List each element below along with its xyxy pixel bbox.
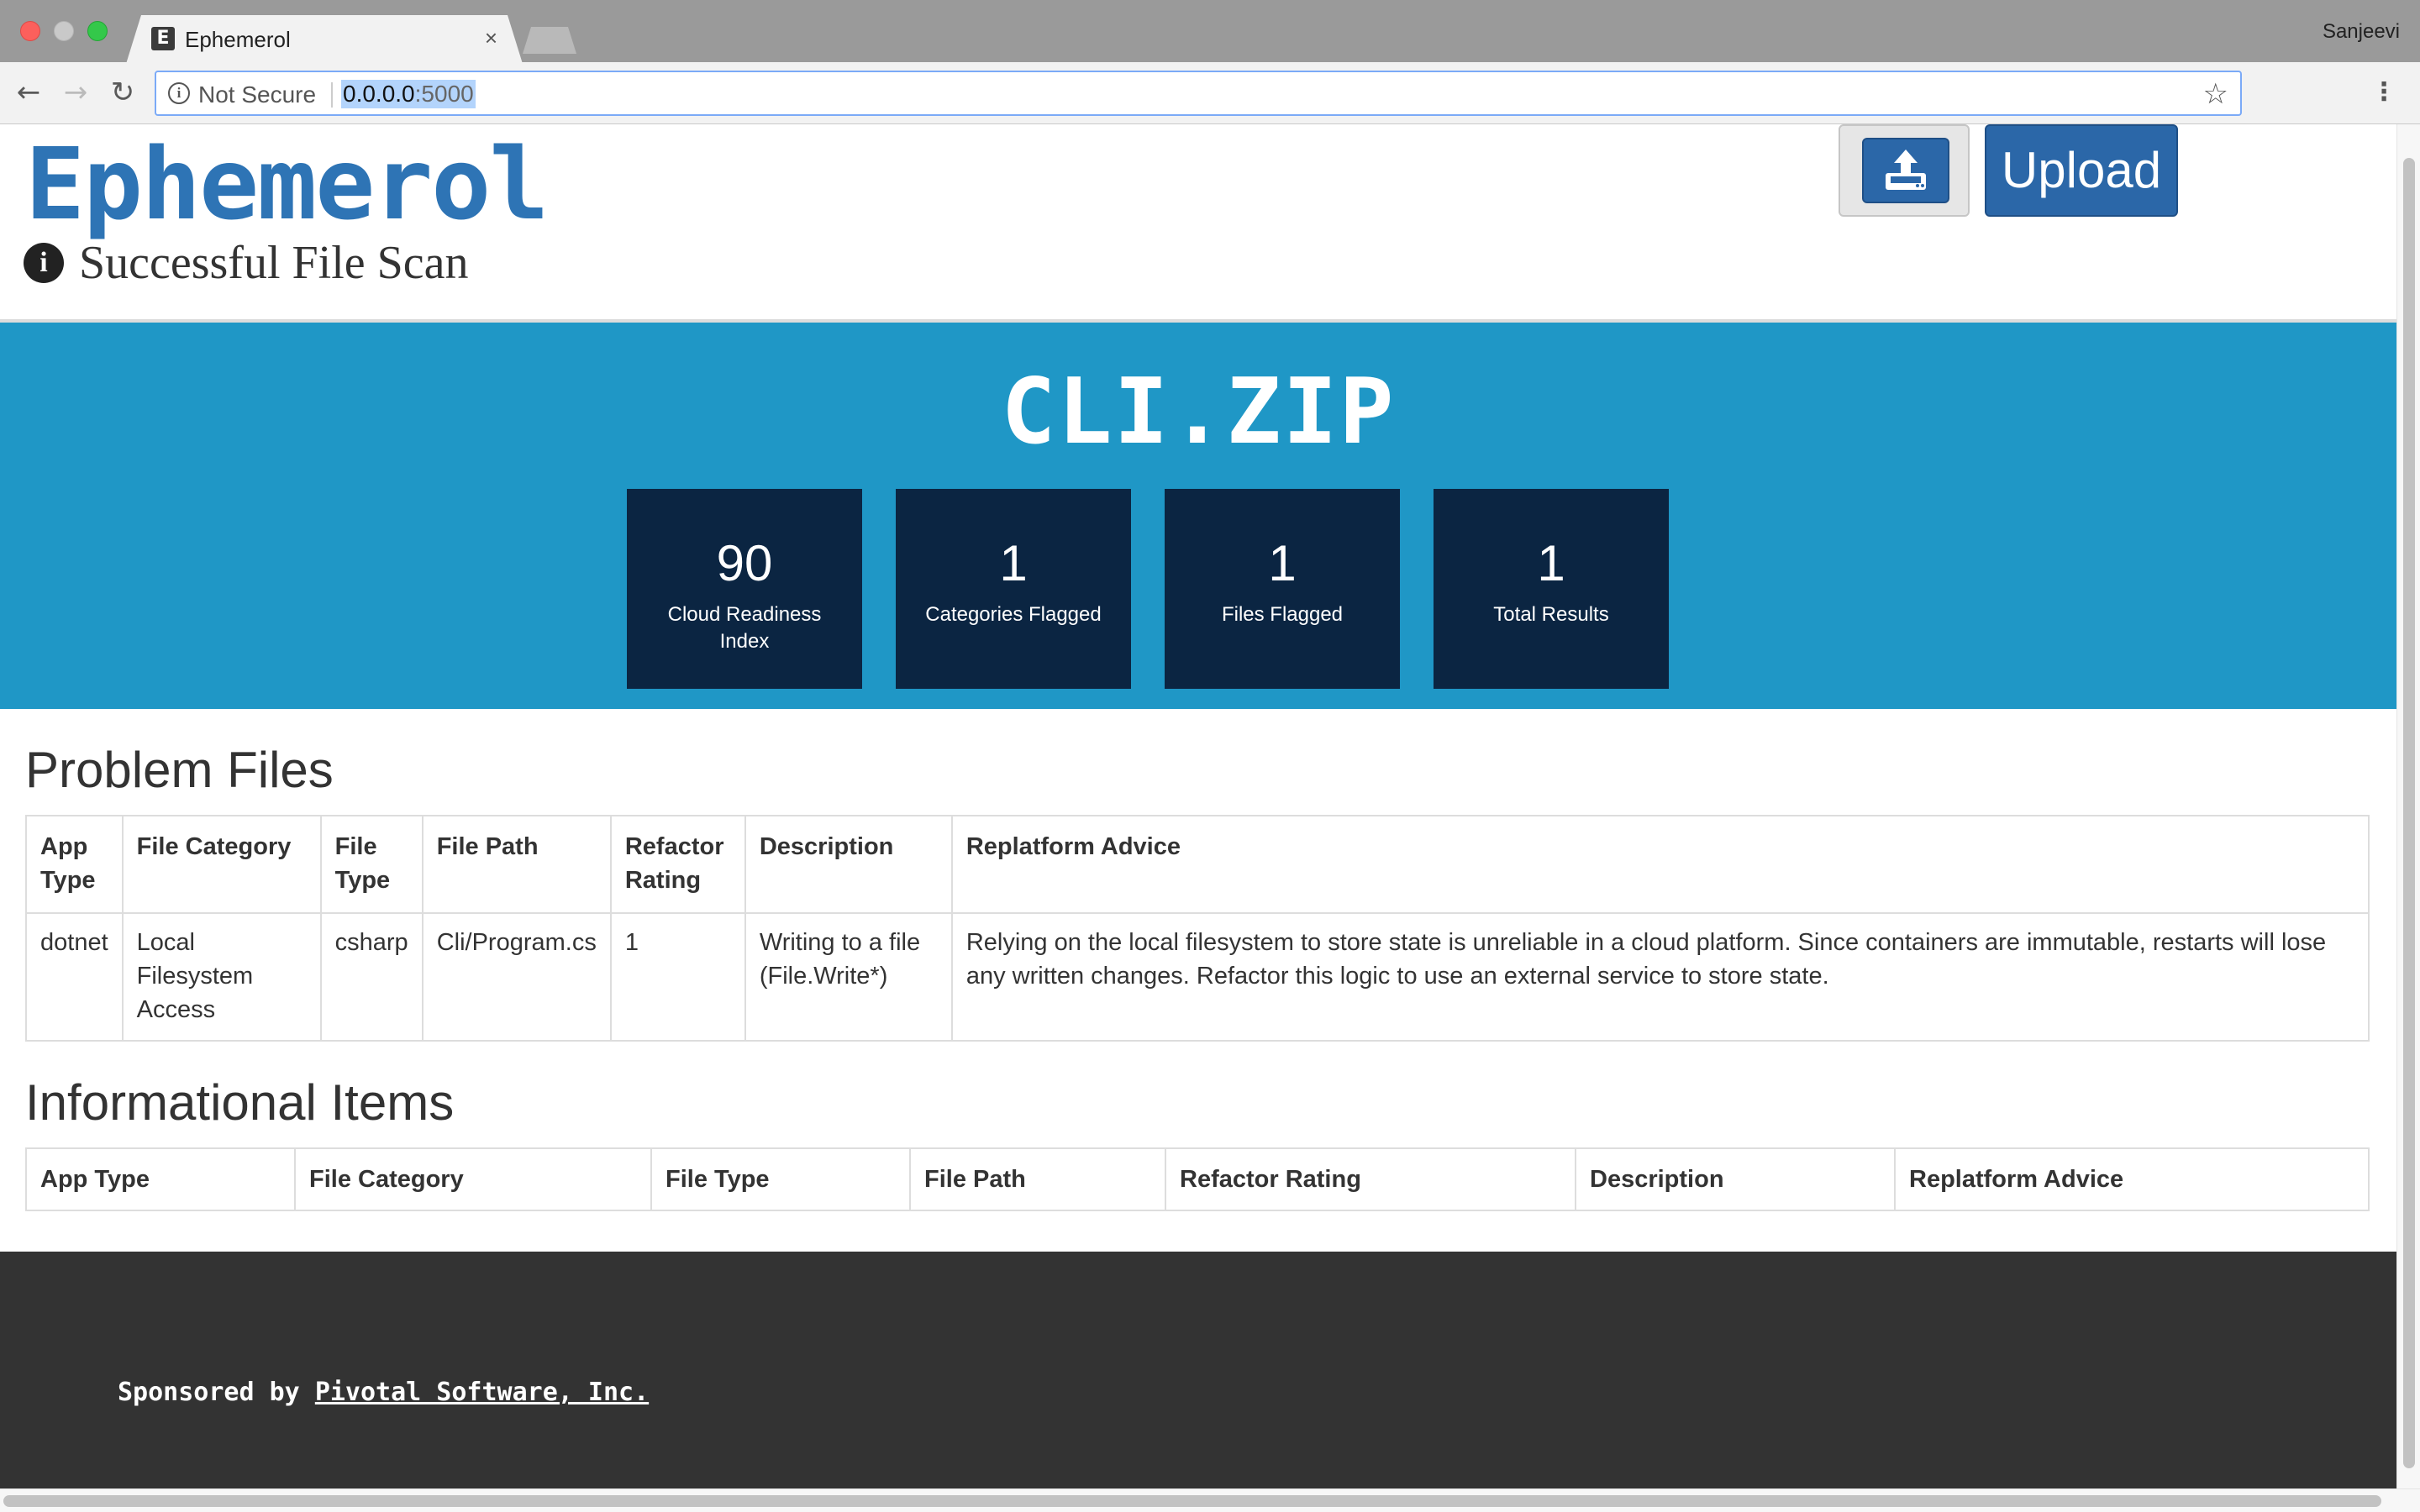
column-header: File Category [294,1147,652,1211]
tab-close-icon[interactable]: × [485,25,497,50]
upload-button[interactable]: Upload [1985,124,2178,217]
column-header: File Path [909,1147,1166,1211]
problem-files-heading: Problem Files [25,742,334,798]
status-message: Successful File Scan [79,237,469,289]
cell-refactor-rating: 1 [609,912,746,1042]
sponsor-link[interactable]: Pivotal Software, Inc. [315,1378,649,1407]
back-arrow-icon[interactable]: ← [12,76,45,109]
star-icon[interactable]: ☆ [2203,77,2228,111]
column-header: App Type [25,1147,296,1211]
column-header: File Type [319,815,424,914]
profile-name[interactable]: Sanjeevi [2323,20,2400,44]
page-footer: Sponsored by Pivotal Software, Inc. [0,1252,2396,1488]
window-maximize-button[interactable] [87,21,108,41]
column-header: Replatform Advice [950,815,2370,914]
info-circle-icon: i [24,243,64,283]
column-header: Description [744,815,953,914]
informational-items-table: App Type File Category File Type File Pa… [25,1147,2370,1211]
column-header: Refactor Rating [609,815,746,914]
column-header: Replatform Advice [1894,1147,2370,1211]
tab-title: Ephemerol [185,27,291,52]
column-header: File Type [650,1147,911,1211]
browser-tab-strip: E Ephemerol × Sanjeevi [0,0,2420,62]
stat-value: 1 [999,535,1028,591]
url-port: :5000 [414,81,474,107]
cell-file-category: Local Filesystem Access [121,912,322,1042]
upload-tray-icon [1862,138,1949,203]
status-message-line: i Successful File Scan [24,235,468,291]
column-header: Refactor Rating [1165,1147,1576,1211]
column-header: File Category [121,815,322,914]
sponsor-prefix: Sponsored by [118,1378,315,1407]
window-close-button[interactable] [20,21,40,41]
site-info-icon[interactable]: i [168,82,190,104]
stat-cloud-readiness: 90 Cloud Readiness Index [627,489,862,689]
vertical-scrollbar[interactable] [2396,124,2420,1488]
file-select-button[interactable] [1839,124,1970,217]
table-header-row: App Type File Category File Type File Pa… [25,815,2370,914]
stat-label: Categories Flagged [925,603,1102,626]
browser-toolbar: ← → ↻ i Not Secure 0.0.0.0:5000 ☆ ⋮ [0,62,2420,124]
column-header: File Path [421,815,612,914]
cell-description: Writing to a file (File.Write*) [744,912,953,1042]
column-header: App Type [25,815,124,914]
stats-row: 90 Cloud Readiness Index 1 Categories Fl… [627,489,1669,689]
vertical-dots-icon[interactable]: ⋮ [2371,76,2396,109]
address-bar[interactable]: i Not Secure 0.0.0.0:5000 ☆ [155,71,2242,116]
url-host: 0.0.0.0 [343,81,415,107]
sponsor-line: Sponsored by Pivotal Software, Inc. [118,1376,649,1410]
cell-replatform-advice: Relying on the local filesystem to store… [950,912,2370,1042]
browser-tab-active[interactable]: E Ephemerol × [126,15,523,64]
vertical-scroll-thumb[interactable] [2403,158,2415,1468]
stat-total-results: 1 Total Results [1434,489,1669,689]
stat-categories-flagged: 1 Categories Flagged [896,489,1131,689]
security-label[interactable]: Not Secure [198,81,316,108]
column-header: Description [1575,1147,1896,1211]
url-text[interactable]: 0.0.0.0:5000 [341,80,476,108]
cell-file-type: csharp [319,912,424,1042]
forward-arrow-icon[interactable]: → [59,76,92,109]
problem-files-table: App Type File Category File Type File Pa… [25,815,2370,1042]
horizontal-scrollbar[interactable] [0,1488,2420,1512]
favicon-icon: E [151,27,175,50]
new-tab-button[interactable] [523,27,576,54]
page-viewport: Ephemerol i Successful File Scan Upload … [0,124,2396,1488]
table-header-row: App Type File Category File Type File Pa… [25,1147,2370,1211]
scanned-file-name: CLI.ZIP [1001,360,1396,465]
stat-value: 1 [1268,535,1297,591]
cell-file-path: Cli/Program.cs [421,912,612,1042]
window-minimize-button[interactable] [54,21,74,41]
informational-items-heading: Informational Items [25,1074,455,1131]
page-header: Ephemerol i Successful File Scan Upload [0,124,2396,323]
stat-label: Files Flagged [1221,603,1344,626]
table-row: dotnet Local Filesystem Access csharp Cl… [25,912,2370,1042]
stat-value: 90 [716,535,773,591]
stat-value: 1 [1537,535,1565,591]
brand-logo[interactable]: Ephemerol [25,129,549,239]
cell-app-type: dotnet [25,912,124,1042]
stat-label: Total Results [1493,603,1609,626]
horizontal-scroll-thumb[interactable] [3,1495,2381,1507]
reload-icon[interactable]: ↻ [106,76,139,109]
address-divider [331,82,333,108]
stat-label: Cloud Readiness Index [667,603,822,653]
scan-summary-banner: CLI.ZIP 90 Cloud Readiness Index 1 Categ… [0,323,2396,709]
stat-files-flagged: 1 Files Flagged [1165,489,1400,689]
